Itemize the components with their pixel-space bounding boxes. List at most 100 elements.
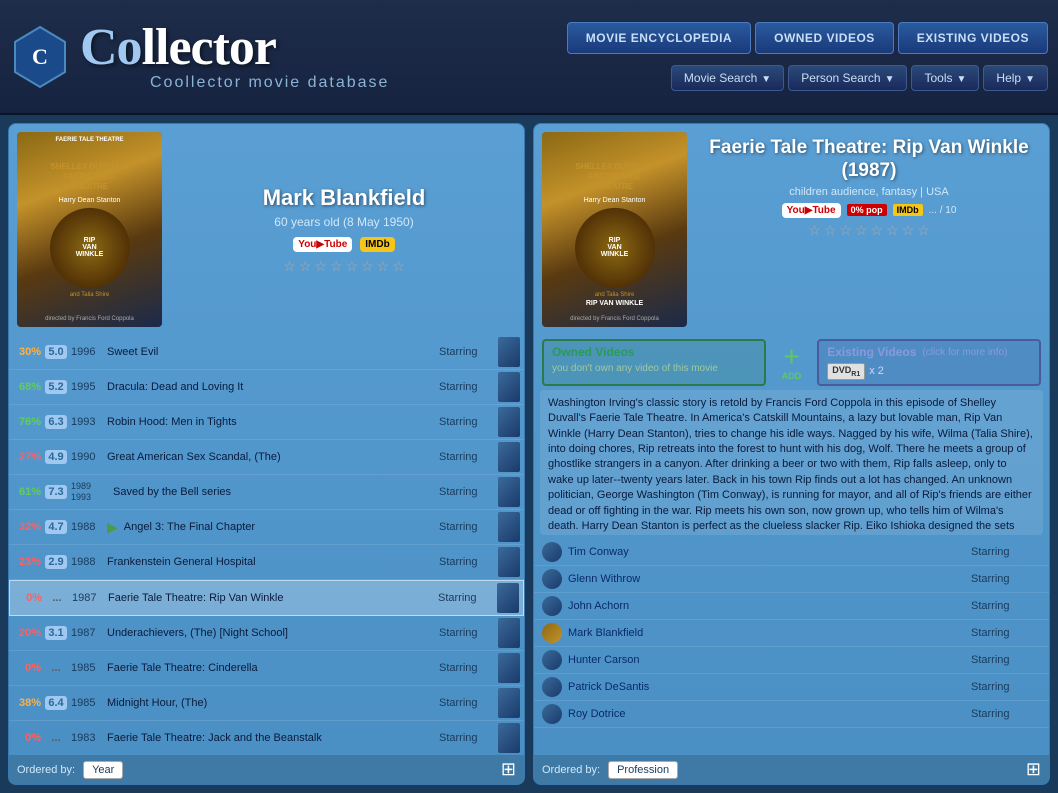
movie-youtube-link[interactable]: You▶Tube [782,203,841,218]
film-list-item[interactable]: 68% 5.2 1995 Dracula: Dead and Loving It… [9,370,524,405]
cast-name[interactable]: Roy Dotrice [568,708,965,720]
film-list-item[interactable]: 30% 5.0 1996 Sweet Evil Starring [9,335,524,370]
person-info: Mark Blankfield 60 years old (8 May 1950… [172,132,516,327]
imdb-link[interactable]: IMDb [360,237,394,252]
film-thumb [498,723,520,753]
film-rating: 5.2 [45,380,67,394]
person-poster-image: SHELLEY DUVALL'SFAERIE TALE THEATRE Harr… [17,132,162,327]
score-line: ... / 10 [929,205,957,216]
person-header: SHELLEY DUVALL'SFAERIE TALE THEATRE Harr… [9,124,524,335]
cast-name[interactable]: Mark Blankfield [568,627,965,639]
film-thumb [497,583,519,613]
film-thumb [498,688,520,718]
film-rating: 7.3 [45,485,67,499]
film-pct: 38% [13,697,41,709]
movie-header: SHELLEY DUVALL'SFAERIE TALE THEATRE Harr… [534,124,1049,335]
person-search-btn[interactable]: Person Search▼ [788,65,907,91]
film-year: 1988 [71,556,103,568]
film-year: 1987 [71,627,103,639]
movie-ratings-row: You▶Tube 0% pop IMDb ... / 10 [697,203,1041,218]
film-pct: 68% [13,381,41,393]
film-list-item[interactable]: 23% 2.9 1988 Frankenstein General Hospit… [9,545,524,580]
dvd-count: x 2 [869,365,884,377]
film-thumb [498,337,520,367]
film-rating: ... [46,591,68,605]
play-icon: ▶ [107,519,118,536]
film-title: Sweet Evil [107,346,435,358]
film-list-item[interactable]: 0% ... 1983 Faerie Tale Theatre: Jack an… [9,721,524,755]
cast-name[interactable]: John Achorn [568,600,965,612]
film-pct: 27% [13,451,41,463]
help-btn[interactable]: Help▼ [983,65,1048,91]
film-list-item[interactable]: 0% ... 1987 Faerie Tale Theatre: Rip Van… [9,580,524,616]
movie-search-btn[interactable]: Movie Search▼ [671,65,784,91]
ordered-by-label-movie: Ordered by: [542,764,600,776]
existing-videos-btn[interactable]: EXISTING VIDEOS [898,22,1048,54]
grid-view-icon-movie[interactable]: ⊞ [1026,759,1041,780]
cast-list-item[interactable]: Hunter Carson Starring [534,647,1049,674]
cast-list-item[interactable]: Roy Dotrice Starring [534,701,1049,728]
film-thumb [498,477,520,507]
film-list-item[interactable]: 38% 6.4 1985 Midnight Hour, (The) Starri… [9,686,524,721]
film-year: 1985 [71,662,103,674]
film-role: Starring [439,451,494,463]
cast-avatar [542,569,562,589]
film-role: Starring [439,662,494,674]
film-list-item[interactable]: 0% ... 1985 Faerie Tale Theatre: Cindere… [9,651,524,686]
film-list-item[interactable]: 32% 4.7 1988 ▶ Angel 3: The Final Chapte… [9,510,524,545]
cast-list-item[interactable]: Mark Blankfield Starring [534,620,1049,647]
cast-role: Starring [971,573,1041,585]
cast-list[interactable]: Tim Conway Starring Glenn Withrow Starri… [534,539,1049,755]
cast-list-item[interactable]: John Achorn Starring [534,593,1049,620]
cast-name[interactable]: Tim Conway [568,546,965,558]
filmography: 30% 5.0 1996 Sweet Evil Starring 68% 5.2… [9,335,524,755]
film-list-item[interactable]: 76% 6.3 1993 Robin Hood: Men in Tights S… [9,405,524,440]
film-list[interactable]: 30% 5.0 1996 Sweet Evil Starring 68% 5.2… [9,335,524,755]
pop-badge: 0% pop [847,204,887,216]
ordered-by-profession[interactable]: Profession [608,761,678,779]
film-role: Starring [439,416,494,428]
logo-subtitle: Coollector movie database [150,74,389,92]
existing-videos-box[interactable]: Existing Videos (click for more info) DV… [817,339,1041,386]
cast-role: Starring [971,708,1041,720]
cast-name[interactable]: Patrick DeSantis [568,681,965,693]
film-pct: 0% [13,732,41,744]
film-role: Starring [439,521,494,533]
cast-list-item[interactable]: Patrick DeSantis Starring [534,674,1049,701]
person-name: Mark Blankfield [263,185,426,211]
movie-bottom-bar: Ordered by: Profession ⊞ [534,755,1049,784]
grid-view-icon-person[interactable]: ⊞ [501,759,516,780]
cast-name[interactable]: Glenn Withrow [568,573,965,585]
cast-list-item[interactable]: Tim Conway Starring [534,539,1049,566]
cast-list-item[interactable]: Glenn Withrow Starring [534,566,1049,593]
film-title: Faerie Tale Theatre: Rip Van Winkle [108,592,434,604]
movie-encyclopedia-btn[interactable]: MOVIE ENCYCLOPEDIA [567,22,751,54]
person-panel: SHELLEY DUVALL'SFAERIE TALE THEATRE Harr… [8,123,525,785]
film-list-item[interactable]: 20% 3.1 1987 Underachievers, (The) [Nigh… [9,616,524,651]
cast-avatar [542,650,562,670]
imdb-score-badge[interactable]: IMDb [893,204,923,216]
add-video-btn[interactable]: + ADD [774,339,810,386]
cast-name[interactable]: Hunter Carson [568,654,965,666]
film-rating: 4.7 [45,520,67,534]
youtube-link[interactable]: You▶Tube [293,237,352,252]
film-role: Starring [439,697,494,709]
film-year: 1995 [71,381,103,393]
tools-btn[interactable]: Tools▼ [911,65,979,91]
movie-title: Faerie Tale Theatre: Rip Van Winkle (198… [697,137,1041,183]
svg-text:C: C [32,44,48,69]
add-plus-icon: + [783,343,799,371]
film-rating: ... [45,731,67,745]
film-pct: 23% [13,556,41,568]
owned-videos-box: Owned Videos you don't own any video of … [542,339,766,386]
film-title: Faerie Tale Theatre: Jack and the Beanst… [107,732,435,744]
film-rating: ... [45,661,67,675]
film-thumb [498,372,520,402]
film-year: 19891993 [71,481,109,503]
film-rating: 6.3 [45,415,67,429]
film-list-item[interactable]: 61% 7.3 19891993 Saved by the Bell serie… [9,475,524,510]
film-role: Starring [439,346,494,358]
ordered-by-year[interactable]: Year [83,761,123,779]
owned-videos-btn[interactable]: OWNED VIDEOS [755,22,894,54]
film-list-item[interactable]: 27% 4.9 1990 Great American Sex Scandal,… [9,440,524,475]
